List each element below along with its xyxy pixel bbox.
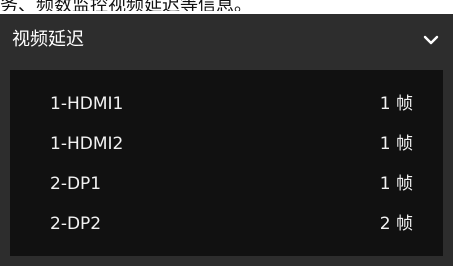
latency-list: 1-HDMI1 1 帧 1-HDMI2 1 帧 2-DP1 1 帧 2-DP2 …	[10, 70, 443, 256]
clipped-top-text: 务、频数监控视频延迟等信息。	[0, 0, 252, 11]
list-item: 1-HDMI1 1 帧	[10, 90, 443, 118]
item-label: 2-DP2	[50, 214, 102, 234]
item-value: 2 帧	[379, 214, 413, 234]
list-item: 2-DP1 1 帧	[10, 170, 443, 198]
item-value: 1 帧	[379, 134, 413, 154]
item-value: 1 帧	[379, 94, 413, 114]
panel-title: 视频延迟	[12, 29, 84, 50]
list-item: 2-DP2 2 帧	[10, 210, 443, 238]
video-latency-panel: 视频延迟 1-HDMI1 1 帧 1-HDMI2 1 帧 2-DP1 1 帧 2…	[0, 14, 453, 266]
item-label: 1-HDMI2	[50, 134, 124, 154]
chevron-down-icon[interactable]	[419, 28, 443, 52]
item-label: 1-HDMI1	[50, 94, 124, 114]
list-item: 1-HDMI2 1 帧	[10, 130, 443, 158]
panel-header[interactable]: 视频延迟	[0, 14, 453, 66]
item-label: 2-DP1	[50, 174, 102, 194]
item-value: 1 帧	[379, 174, 413, 194]
